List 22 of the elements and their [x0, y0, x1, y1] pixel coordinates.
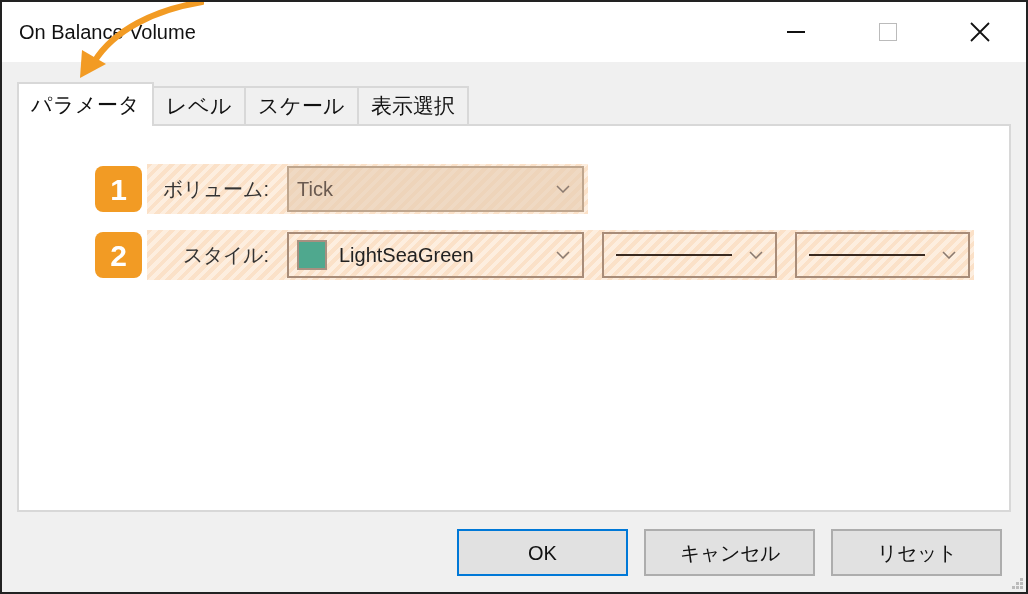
number-badge: 2	[95, 232, 142, 278]
line-style-dropdown[interactable]	[795, 232, 970, 278]
number-badge: 1	[95, 166, 142, 212]
close-icon	[970, 22, 990, 42]
line-style-dropdown[interactable]	[602, 232, 777, 278]
size-grip-icon	[1012, 578, 1024, 590]
tab[interactable]: 表示選択	[357, 86, 469, 124]
dialog-button[interactable]: キャンセル	[644, 529, 815, 576]
tab[interactable]: パラメータ	[17, 82, 154, 126]
dialog-button[interactable]: OK	[457, 529, 628, 576]
field-label: スタイル:	[182, 243, 269, 268]
chevron-down-icon	[556, 251, 570, 259]
maximize-icon	[879, 23, 897, 41]
solid-line-icon	[616, 253, 732, 257]
chevron-down-icon	[942, 251, 956, 259]
color-dropdown[interactable]: LightSeaGreen	[287, 232, 584, 278]
chevron-down-icon	[556, 185, 570, 193]
minimize-icon	[787, 31, 805, 33]
dialog-button[interactable]: リセット	[831, 529, 1002, 576]
chevron-down-icon	[749, 251, 763, 259]
solid-line-icon	[809, 253, 925, 257]
field-label: ボリューム:	[162, 177, 269, 202]
